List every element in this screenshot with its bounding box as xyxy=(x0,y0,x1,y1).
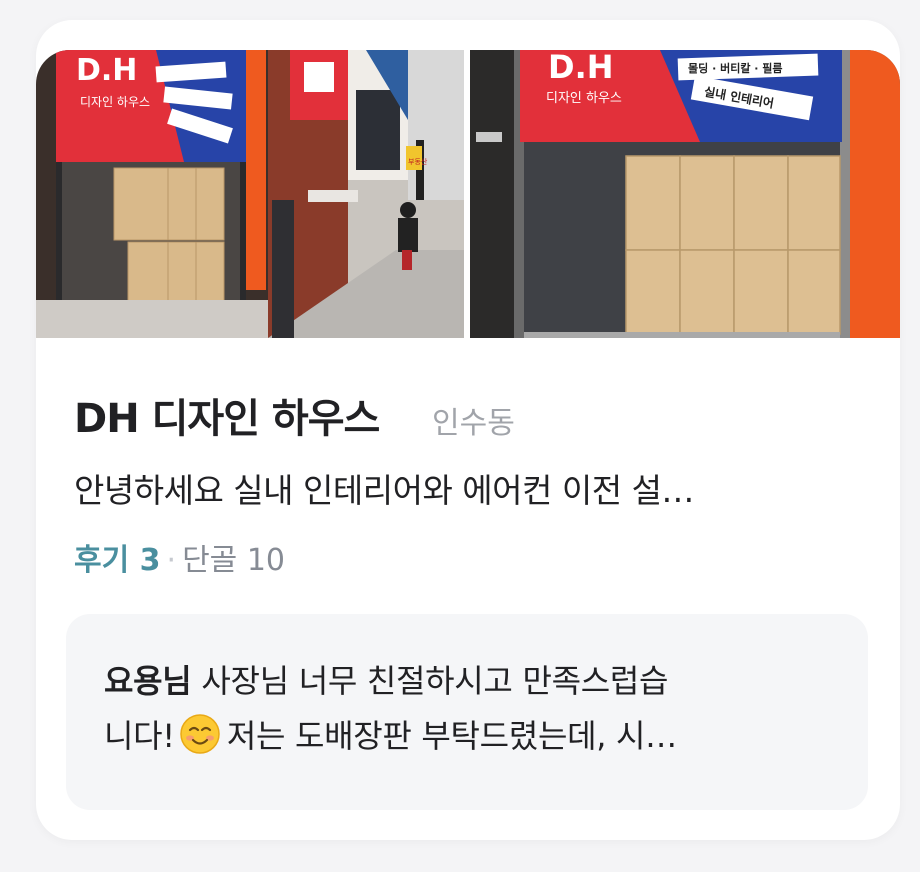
sign-logo: D.H xyxy=(76,53,137,88)
review-author: 요용님 xyxy=(104,662,192,700)
shop-description: 안녕하세요 실내 인테리어와 에어컨 이전 설… xyxy=(74,471,694,510)
stats-separator: · xyxy=(166,543,177,578)
review-text: 요용님 사장님 너무 친절하시고 만족스럽습 니다! 저는 도배장판 부탁드렸는데,… xyxy=(104,654,844,764)
shop-card[interactable]: D.H 디자인 하우스 부동산 D.H 디자인 하우스 몰딩 · 버티칼 · 필… xyxy=(36,20,900,840)
review-line-2-start: 니다! xyxy=(104,717,175,755)
review-preview[interactable]: 요용님 사장님 너무 친절하시고 만족스럽습 니다! 저는 도배장판 부탁드렸는데,… xyxy=(66,614,868,810)
regulars-count: 단골 10 xyxy=(182,543,285,578)
sign-logo-2: D.H xyxy=(548,50,614,86)
sign-tag-1: 몰딩 · 버티칼 · 필름 xyxy=(688,61,783,75)
shop-photo-storefront[interactable]: D.H 디자인 하우스 부동산 xyxy=(36,50,464,338)
review-line-2: 니다! 저는 도배장판 부탁드렸는데, 시… xyxy=(104,709,844,764)
shop-region: 인수동 xyxy=(432,406,515,441)
shop-stats: 후기 3 · 단골 10 xyxy=(74,535,285,579)
review-line-2-end: 저는 도배장판 부탁드렸는데, 시… xyxy=(226,717,677,755)
shop-photo-window[interactable]: D.H 디자인 하우스 몰딩 · 버티칼 · 필름 실내 인테리어 xyxy=(470,50,900,338)
sign-subtitle: 디자인 하우스 xyxy=(80,95,150,109)
shop-name: DH 디자인 하우스 xyxy=(74,396,380,442)
shop-photos[interactable]: D.H 디자인 하우스 부동산 D.H 디자인 하우스 몰딩 · 버티칼 · 필… xyxy=(36,50,900,338)
review-count[interactable]: 후기 3 xyxy=(74,543,161,578)
review-line-1: 사장님 너무 친절하시고 만족스럽습 xyxy=(201,662,669,700)
street-sign: 부동산 xyxy=(408,157,428,166)
smiling-face-icon xyxy=(179,713,221,755)
sign-subtitle-2: 디자인 하우스 xyxy=(546,91,622,106)
